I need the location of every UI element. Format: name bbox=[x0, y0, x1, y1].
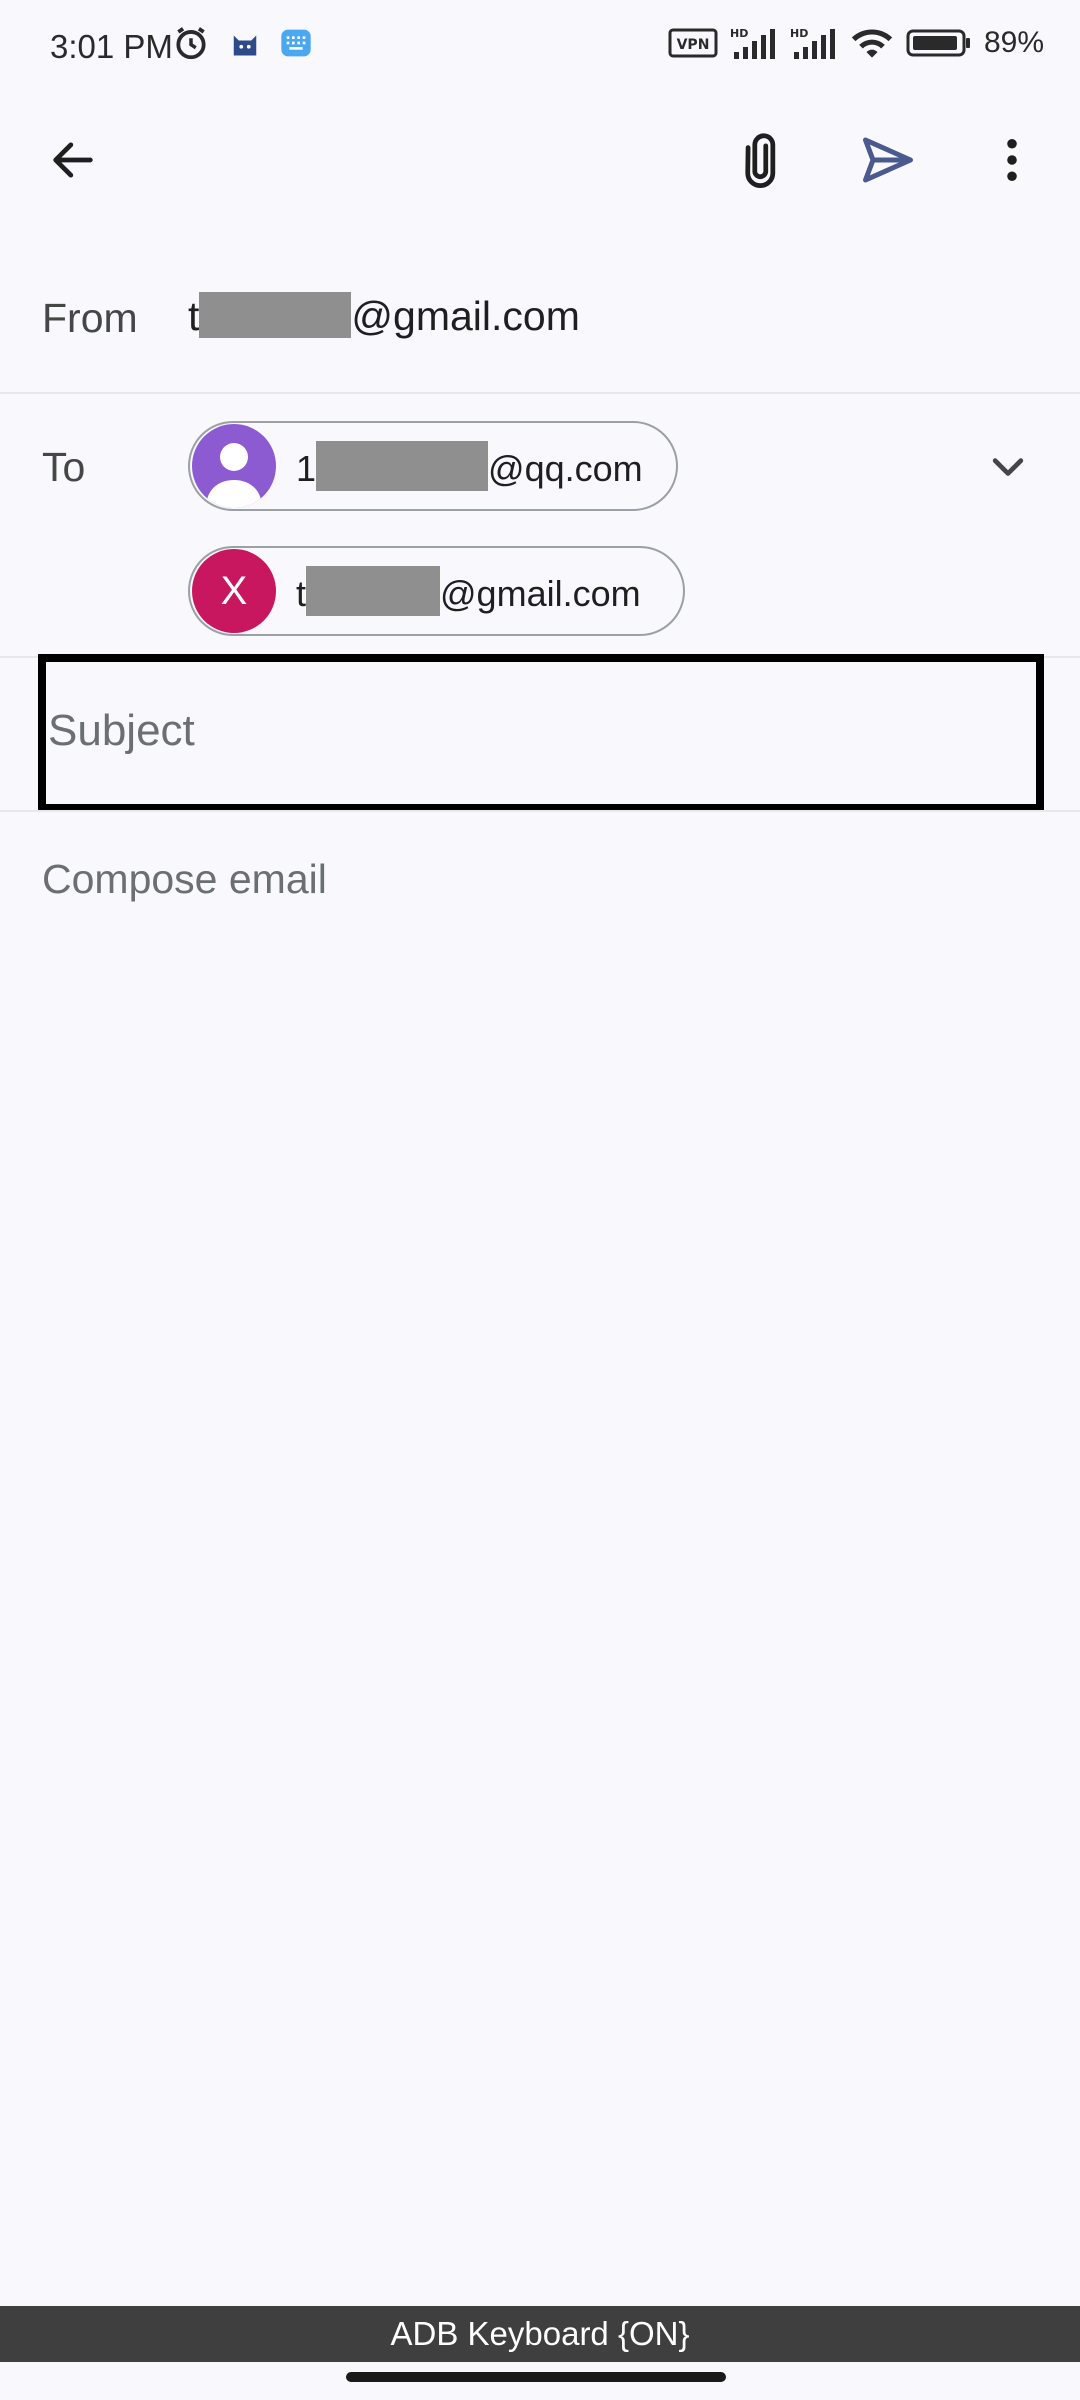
more-options-button[interactable] bbox=[964, 112, 1060, 208]
chevron-down-icon bbox=[992, 458, 1024, 476]
svg-text:HD: HD bbox=[790, 27, 808, 40]
gesture-handle[interactable] bbox=[346, 2372, 726, 2382]
signal-hd-icon: HD bbox=[730, 27, 775, 59]
status-left-icons bbox=[172, 24, 312, 62]
more-vert-icon bbox=[1007, 138, 1017, 182]
to-label: To bbox=[42, 444, 86, 490]
redaction-block bbox=[316, 441, 489, 491]
signal-hd-icon: HD bbox=[790, 27, 835, 59]
from-label: From bbox=[42, 295, 138, 341]
avatar-letter: X bbox=[220, 568, 248, 613]
status-right: VPN HD HD 89% bbox=[668, 26, 1044, 60]
paperclip-icon bbox=[745, 133, 776, 188]
subject-input[interactable] bbox=[48, 706, 948, 756]
battery-icon bbox=[906, 29, 970, 57]
recipient-chip[interactable]: 1 @qq.com bbox=[188, 421, 678, 511]
from-address-start: t bbox=[188, 293, 200, 339]
back-button[interactable] bbox=[25, 112, 121, 208]
status-time: 3:01 PM bbox=[50, 28, 173, 65]
divider bbox=[0, 392, 1080, 394]
recipient-address: 1 @qq.com bbox=[296, 441, 643, 491]
divider bbox=[0, 810, 1080, 812]
redaction-block bbox=[199, 292, 352, 338]
attach-button[interactable] bbox=[716, 112, 812, 208]
recipient-chip[interactable]: X t @gmail.com bbox=[188, 546, 685, 636]
send-icon bbox=[863, 137, 913, 183]
recipient-address-end: @qq.com bbox=[488, 448, 643, 489]
recipient-address-start: t bbox=[296, 573, 307, 614]
svg-text:HD: HD bbox=[730, 27, 748, 40]
recipient-address-end: @gmail.com bbox=[440, 573, 641, 614]
from-address-end: @gmail.com bbox=[351, 293, 580, 339]
recipient-address: t @gmail.com bbox=[296, 566, 641, 616]
redaction-block bbox=[306, 566, 441, 616]
svg-text:VPN: VPN bbox=[677, 37, 710, 53]
send-button[interactable] bbox=[840, 112, 936, 208]
avatar bbox=[192, 424, 276, 508]
adb-keyboard-bar: ADB Keyboard {ON} bbox=[0, 2306, 1080, 2362]
avatar: X bbox=[192, 549, 276, 633]
keyboard-app-icon bbox=[281, 29, 311, 57]
recipient-address-start: 1 bbox=[296, 448, 317, 489]
wifi-icon bbox=[851, 29, 893, 58]
vpn-icon: VPN bbox=[668, 28, 718, 58]
status-bar: 3:01 PM VPN HD HD 89% bbox=[0, 0, 1080, 95]
subject-field-highlight bbox=[38, 654, 1044, 812]
alarm-icon bbox=[176, 27, 206, 60]
cat-app-icon bbox=[233, 35, 257, 56]
person-icon bbox=[206, 443, 262, 508]
battery-percent: 89% bbox=[983, 26, 1044, 59]
from-field[interactable]: t @gmail.com bbox=[188, 292, 580, 340]
expand-recipients-button[interactable] bbox=[960, 420, 1056, 516]
arrow-back-icon bbox=[53, 142, 93, 178]
compose-email-body[interactable] bbox=[42, 856, 1042, 2256]
